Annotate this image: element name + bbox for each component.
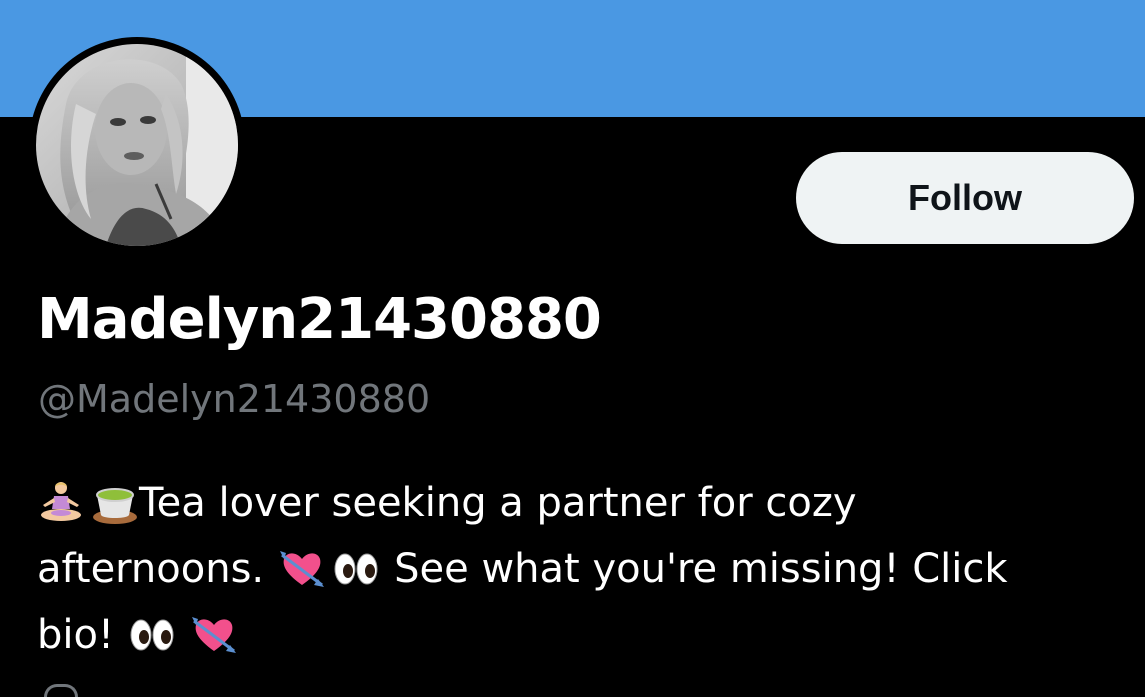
yoga-person-emoji: [37, 479, 85, 527]
tea-cup-emoji: [91, 479, 139, 527]
display-name: Madelyn21430880: [37, 287, 602, 352]
eyes-emoji: [128, 611, 176, 659]
avatar[interactable]: [29, 37, 245, 253]
follow-button[interactable]: Follow: [796, 152, 1134, 244]
eyes-emoji: [332, 545, 380, 593]
heart-arrow-emoji: [278, 545, 326, 593]
bio-line-1: Tea lover seeking a partner for cozy: [37, 470, 1127, 536]
bio-text-line-3: bio!: [37, 612, 115, 658]
heart-arrow-emoji: [190, 611, 238, 659]
user-handle: @Madelyn21430880: [38, 377, 431, 421]
profile-photo-icon: [36, 44, 238, 246]
location-icon: [44, 684, 78, 697]
bio-line-3: bio!: [37, 602, 1127, 668]
bio-text-line-2b: See what you're missing! Click: [394, 546, 1008, 592]
bio-text-line-1: Tea lover seeking a partner for cozy: [139, 480, 857, 526]
profile-bio: Tea lover seeking a partner for cozy aft…: [37, 470, 1127, 668]
bio-text-line-2a: afternoons.: [37, 546, 265, 592]
bio-line-2: afternoons. See what you're missing! Cli…: [37, 536, 1127, 602]
